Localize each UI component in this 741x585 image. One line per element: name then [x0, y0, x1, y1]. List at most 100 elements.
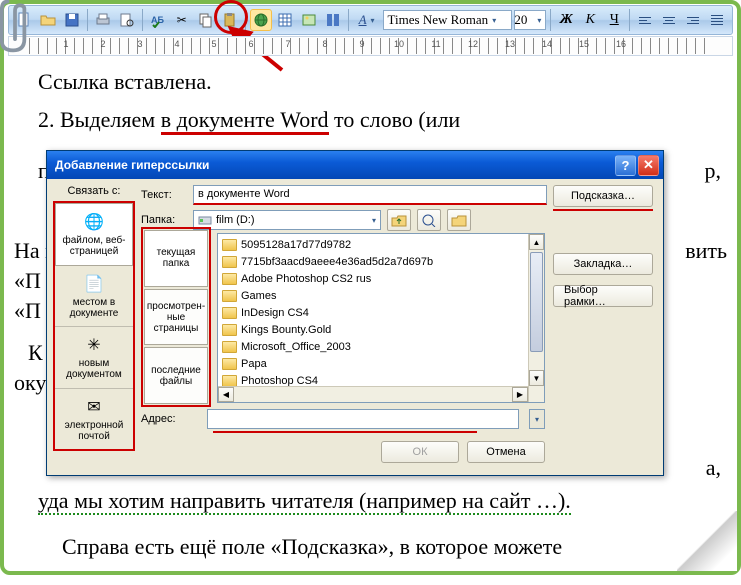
- font-size-select[interactable]: 20▾: [514, 10, 546, 30]
- folder-icon: [222, 358, 237, 370]
- history-tabs: текущая папка просмотрен-ные страницы по…: [141, 227, 211, 407]
- list-item[interactable]: Kings Bounty.Gold: [218, 321, 544, 338]
- insert-table-button[interactable]: [274, 9, 296, 31]
- align-justify-button[interactable]: [706, 9, 728, 31]
- folder-icon: [222, 256, 237, 268]
- doc-peek: оку: [14, 370, 46, 396]
- save-button[interactable]: [61, 9, 83, 31]
- font-name-value: Times New Roman: [388, 12, 489, 28]
- link-to-group: 🌐 файлом, веб-страницей 📄 местом в докум…: [53, 201, 135, 451]
- folder-icon: [222, 324, 237, 336]
- folder-icon: [222, 239, 237, 251]
- copy-button[interactable]: [195, 9, 217, 31]
- link-to-web[interactable]: 🌐 файлом, веб-страницей: [55, 203, 133, 266]
- doc-line: уда мы хотим направить читателя (наприме…: [38, 488, 571, 515]
- folder-icon: [222, 375, 237, 387]
- target-frame-button[interactable]: Выбор рамки…: [553, 285, 653, 307]
- doc-peek: «П: [14, 268, 41, 294]
- dialog-titlebar[interactable]: Добавление гиперссылки ? ✕: [47, 151, 663, 179]
- doc-peek: К: [28, 340, 43, 366]
- cut-button[interactable]: ✂: [171, 9, 193, 31]
- vertical-scrollbar[interactable]: ▲ ▼: [528, 234, 544, 402]
- align-left-button[interactable]: [634, 9, 656, 31]
- scroll-up-button[interactable]: ▲: [529, 234, 544, 250]
- scroll-right-button[interactable]: ▶: [512, 387, 528, 402]
- list-item[interactable]: Microsoft_Office_2003: [218, 338, 544, 355]
- print-preview-button[interactable]: [116, 9, 138, 31]
- up-folder-button[interactable]: [387, 209, 411, 231]
- scroll-thumb[interactable]: [530, 252, 543, 352]
- close-button[interactable]: ✕: [638, 155, 659, 176]
- link-to-new-doc[interactable]: ✳ новым документом: [55, 327, 133, 389]
- print-button[interactable]: [92, 9, 114, 31]
- list-item[interactable]: Adobe Photoshop CS2 rus: [218, 270, 544, 287]
- chevron-down-icon: ▾: [537, 16, 541, 25]
- align-right-button[interactable]: [682, 9, 704, 31]
- page-curl-decoration: [677, 511, 737, 571]
- help-button[interactable]: ?: [615, 155, 636, 176]
- doc-peek: р,: [705, 158, 722, 184]
- insert-picture-button[interactable]: [298, 9, 320, 31]
- spellcheck-button[interactable]: АБ: [147, 9, 169, 31]
- list-item[interactable]: 5095128a17d77d9782: [218, 236, 544, 253]
- address-input[interactable]: [207, 409, 519, 429]
- ok-button[interactable]: ОК: [381, 441, 459, 463]
- mail-icon: ✉: [83, 396, 105, 418]
- chevron-down-icon: ▾: [492, 16, 496, 25]
- address-dropdown-button[interactable]: ▾: [529, 409, 545, 429]
- folder-select[interactable]: film (D:) ▾: [193, 210, 381, 230]
- insert-hyperlink-button[interactable]: [250, 9, 272, 31]
- folder-icon: [222, 290, 237, 302]
- browsed-pages-tab[interactable]: просмотрен-ные страницы: [144, 289, 208, 346]
- scroll-down-button[interactable]: ▼: [529, 370, 544, 386]
- display-text-input[interactable]: [193, 185, 547, 205]
- tooltip-button[interactable]: Подсказка…: [553, 185, 653, 207]
- browse-web-button[interactable]: [417, 209, 441, 231]
- file-list[interactable]: 5095128a17d77d97827715bf3aacd9aeee4e36ad…: [217, 233, 545, 403]
- globe-page-icon: 🌐: [83, 211, 105, 233]
- doc-peek: а,: [706, 455, 721, 481]
- align-center-button[interactable]: [658, 9, 680, 31]
- list-item[interactable]: Games: [218, 287, 544, 304]
- underline-button[interactable]: Ч: [603, 9, 625, 31]
- columns-button[interactable]: [322, 9, 344, 31]
- paste-button[interactable]: [219, 9, 241, 31]
- text-label: Текст:: [141, 189, 187, 201]
- open-button[interactable]: [37, 9, 59, 31]
- list-item[interactable]: 7715bf3aacd9aeee4e36ad5d2a7d697b: [218, 253, 544, 270]
- list-item[interactable]: InDesign CS4: [218, 304, 544, 321]
- annotation-underline-address: [213, 431, 477, 433]
- folder-icon: [222, 307, 237, 319]
- scroll-left-button[interactable]: ◀: [218, 387, 234, 402]
- bold-button[interactable]: Ж: [555, 9, 577, 31]
- font-color-button[interactable]: A▾: [353, 9, 381, 31]
- link-to-place[interactable]: 📄 местом в документе: [55, 266, 133, 328]
- link-to-email[interactable]: ✉ электронной почтой: [55, 389, 133, 450]
- document-body[interactable]: Ссылка вставлена. 2. Выделяем в документ…: [38, 66, 703, 142]
- bookmark-button[interactable]: Закладка…: [553, 253, 653, 275]
- italic-button[interactable]: К: [579, 9, 601, 31]
- folder-icon: [222, 341, 237, 353]
- cancel-button[interactable]: Отмена: [467, 441, 545, 463]
- toolbar: АБ ✂ A▾ Times New Roman▾ 20▾ Ж К Ч: [8, 5, 733, 35]
- doc-line: Справа есть ещё поле «Подсказка», в кото…: [38, 531, 703, 563]
- bookmark-icon: 📄: [83, 273, 105, 295]
- doc-peek: вить: [685, 238, 727, 264]
- doc-peek: «П: [14, 298, 41, 324]
- paperclip-decoration: [0, 0, 34, 56]
- address-label: Адрес:: [141, 413, 201, 425]
- horizontal-ruler[interactable]: 12345678910111213141516: [8, 36, 733, 56]
- list-item[interactable]: Papa: [218, 355, 544, 372]
- browse-file-button[interactable]: [447, 209, 471, 231]
- link-to-label: Связать с:: [53, 185, 135, 197]
- folder-label: Папка:: [141, 214, 187, 226]
- doc-line: Ссылка вставлена.: [38, 66, 703, 98]
- recent-files-tab[interactable]: последние файлы: [144, 347, 208, 404]
- drive-icon: [198, 213, 212, 227]
- annotation-underline-tooltip: [553, 209, 653, 211]
- font-name-select[interactable]: Times New Roman▾: [383, 10, 513, 30]
- folder-icon: [222, 273, 237, 285]
- document-body[interactable]: уда мы хотим направить читателя (наприме…: [38, 485, 703, 585]
- current-folder-tab[interactable]: текущая папка: [144, 230, 208, 287]
- horizontal-scrollbar[interactable]: ◀ ▶: [218, 386, 528, 402]
